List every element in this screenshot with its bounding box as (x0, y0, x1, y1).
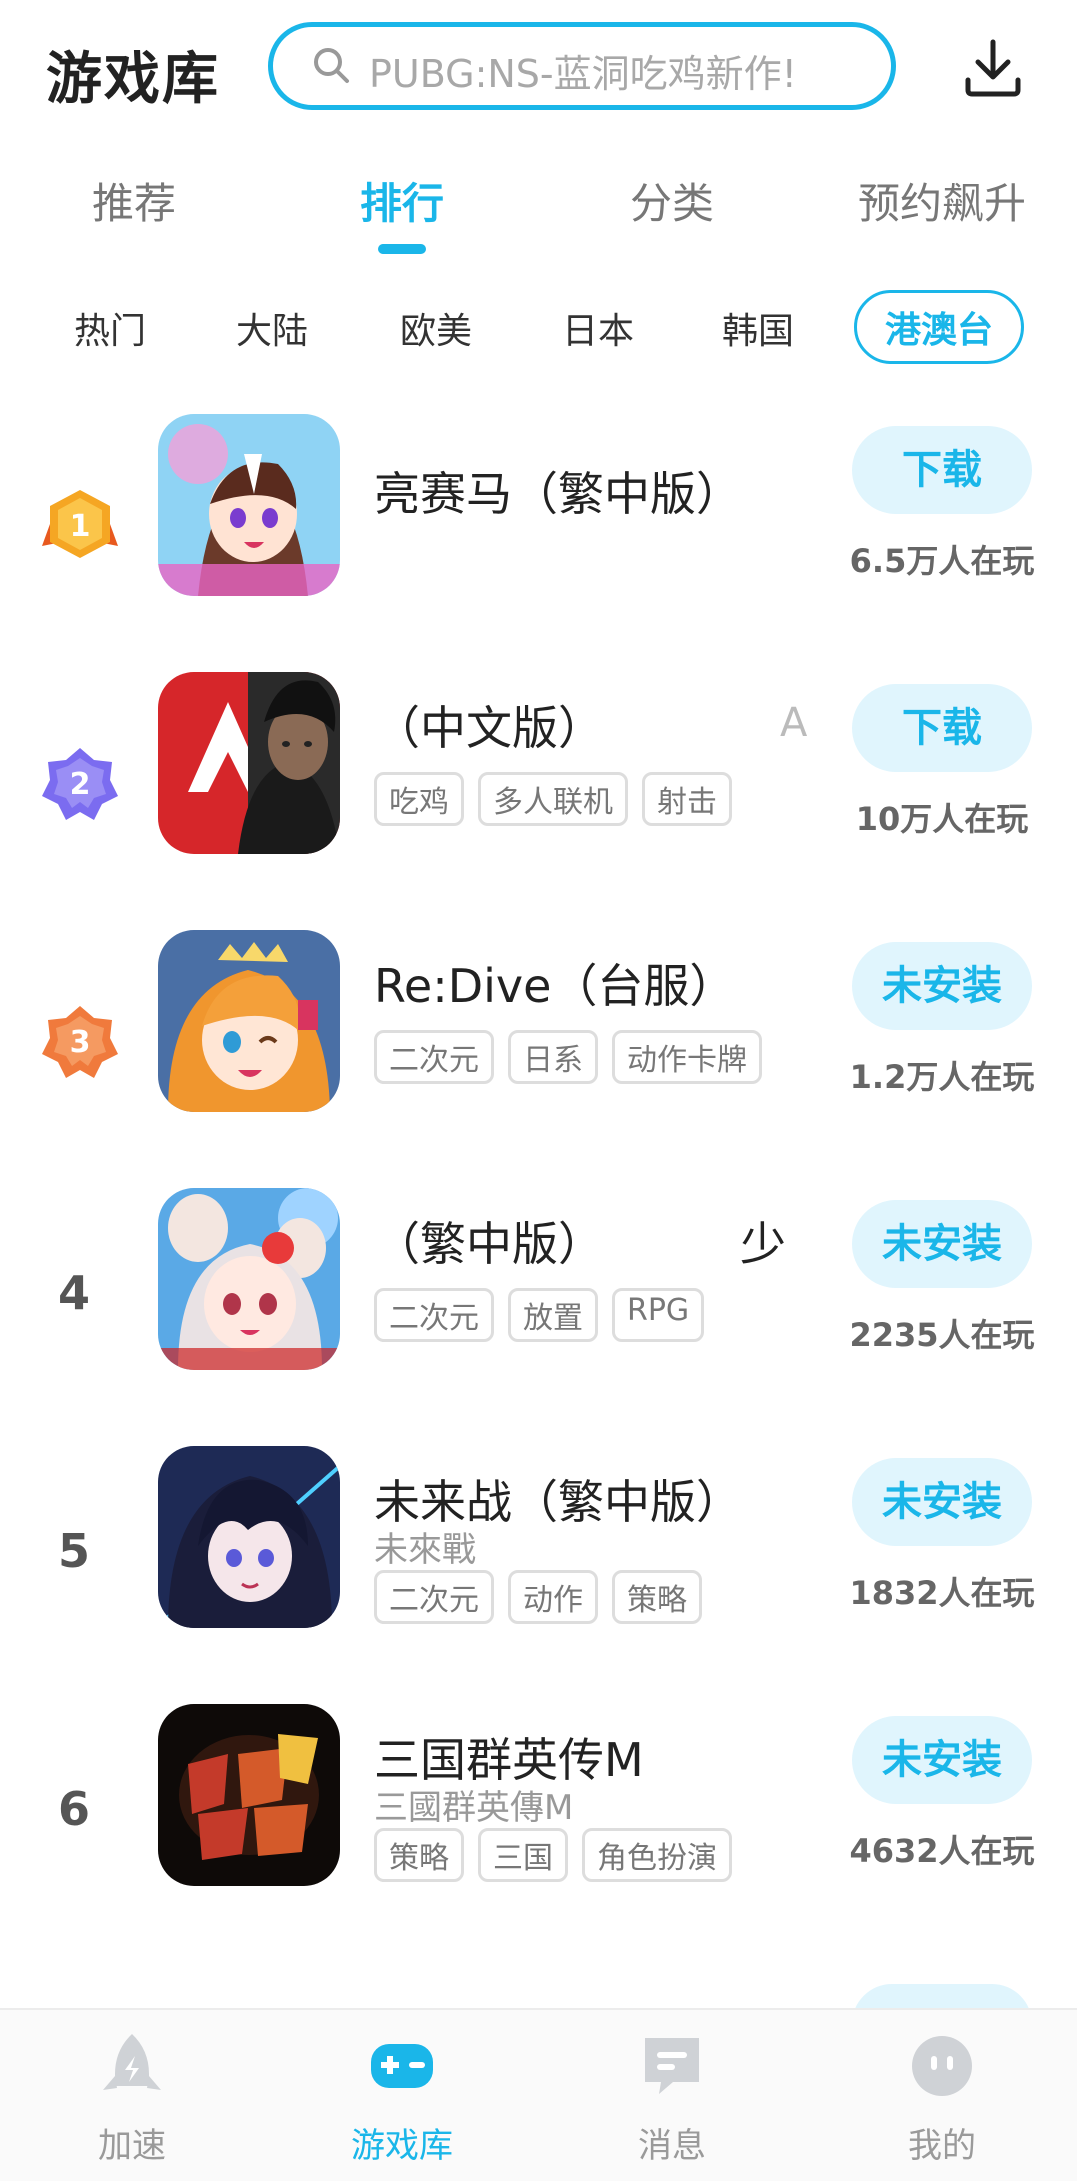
rank-number: 4 (58, 1266, 91, 1320)
svg-text:3: 3 (70, 1025, 91, 1060)
list-item[interactable]: 2 （中文版） A 吃鸡 多人联机 射击 下载 10万人在玩 (0, 672, 1077, 930)
nav-label: 我的 (908, 2126, 976, 2166)
region-western[interactable]: 欧美 (400, 302, 472, 354)
nav-label: 加速 (98, 2126, 166, 2166)
game-subtitle: 三國群英傳M (374, 1788, 574, 1828)
app-icon (158, 1704, 340, 1886)
page-title: 游戏库 (46, 47, 220, 112)
profile-icon (912, 2036, 972, 2096)
active-tab-indicator (378, 244, 426, 254)
app-icon (158, 930, 340, 1112)
game-tag[interactable]: 放置 (508, 1288, 598, 1342)
gamepad-icon (371, 2044, 433, 2088)
install-button[interactable] (852, 1984, 1032, 2008)
game-name: （中文版） (374, 701, 604, 755)
game-tag[interactable]: 日系 (508, 1030, 598, 1084)
player-count: 10万人在玩 (855, 800, 1029, 838)
game-subtitle: 未來戰 (374, 1530, 476, 1570)
game-name: Re:Dive（台服） (374, 959, 736, 1013)
game-name-trail: A (780, 700, 808, 746)
player-count: 4632人在玩 (849, 1832, 1035, 1870)
list-item[interactable]: 3 Re:Dive（台服） 二次元 日系 动作卡牌 未安装 1.2万人在玩 (0, 930, 1077, 1188)
region-filters: 热门 大陆 欧美 日本 韩国 港澳台 (0, 284, 1077, 374)
player-count: 6.5万人在玩 (849, 542, 1035, 580)
download-icon[interactable] (960, 36, 1026, 102)
game-tag[interactable]: 角色扮演 (582, 1828, 732, 1882)
region-hot[interactable]: 热门 (74, 302, 146, 354)
nav-label: 游戏库 (351, 2126, 453, 2166)
app-icon (158, 1188, 340, 1370)
game-tag[interactable]: 二次元 (374, 1030, 494, 1084)
tag-list: 策略 三国 角色扮演 (374, 1828, 732, 1882)
rank-number: 6 (58, 1782, 91, 1836)
rank-2-purple-medal-icon: 2 (42, 748, 118, 820)
install-button[interactable]: 未安装 (852, 1200, 1032, 1288)
list-item[interactable]: 1 亮赛马（繁中版） 下载 6.5万人在玩 (0, 414, 1077, 672)
install-button[interactable]: 未安装 (852, 1716, 1032, 1804)
header: 游戏库 PUBG:NS-蓝洞吃鸡新作! (0, 0, 1077, 140)
message-icon (645, 2038, 699, 2094)
nav-label: 消息 (638, 2126, 706, 2166)
game-tag[interactable]: 三国 (478, 1828, 568, 1882)
download-button[interactable]: 下载 (852, 426, 1032, 514)
player-count: 1.2万人在玩 (849, 1058, 1035, 1096)
game-tag[interactable]: 动作 (508, 1570, 598, 1624)
search-placeholder: PUBG:NS-蓝洞吃鸡新作! (369, 52, 797, 96)
tab-category[interactable]: 分类 (630, 170, 714, 231)
nav-accelerate[interactable]: 加速 (52, 2030, 212, 2167)
region-japan[interactable]: 日本 (562, 302, 634, 354)
tab-ranking[interactable]: 排行 (360, 170, 444, 231)
main-tabs: 推荐 排行 分类 预约飙升 (0, 160, 1077, 270)
tag-list: 二次元 放置 RPG (374, 1288, 705, 1342)
game-tag[interactable]: RPG (612, 1288, 705, 1342)
svg-text:2: 2 (70, 767, 91, 802)
player-count: 1832人在玩 (849, 1574, 1035, 1612)
list-item[interactable]: 6 三国群英传M 三國群英傳M 策略 三国 角色扮演 未安装 4632人在玩 (0, 1704, 1077, 1962)
game-tag[interactable]: 多人联机 (478, 772, 628, 826)
player-count: 2235人在玩 (849, 1316, 1035, 1354)
tab-recommend[interactable]: 推荐 (92, 170, 176, 231)
tag-list: 二次元 动作 策略 (374, 1570, 702, 1624)
install-button[interactable]: 未安装 (852, 942, 1032, 1030)
region-korea[interactable]: 韩国 (722, 302, 794, 354)
game-tag[interactable]: 射击 (642, 772, 732, 826)
game-tag[interactable]: 策略 (612, 1570, 702, 1624)
nav-game-library[interactable]: 游戏库 (322, 2030, 482, 2167)
list-item-partial[interactable] (0, 1962, 1077, 2008)
tab-preorder[interactable]: 预约飙升 (858, 170, 1026, 231)
list-item[interactable]: 5 未来战（繁中版） 未來戰 二次元 动作 策略 未安装 1832人在玩 (0, 1446, 1077, 1704)
rank-1-gold-medal-icon: 1 (42, 490, 118, 558)
svg-text:1: 1 (70, 509, 91, 544)
app-icon (158, 672, 340, 854)
download-button[interactable]: 下载 (852, 684, 1032, 772)
game-name: 亮赛马（繁中版） (374, 467, 742, 521)
game-tag[interactable]: 二次元 (374, 1288, 494, 1342)
search-icon (314, 48, 349, 83)
rocket-icon (103, 2034, 161, 2090)
rank-3-bronze-medal-icon: 3 (42, 1006, 118, 1078)
search-input[interactable]: PUBG:NS-蓝洞吃鸡新作! (268, 22, 896, 110)
rank-number: 5 (58, 1524, 91, 1578)
game-tag[interactable]: 策略 (374, 1828, 464, 1882)
region-hk-macao-taiwan[interactable]: 港澳台 (854, 290, 1025, 364)
app-icon (158, 1446, 340, 1628)
game-tag[interactable]: 动作卡牌 (612, 1030, 762, 1084)
app-icon (158, 1962, 340, 2008)
list-item[interactable]: 4 （繁中版） 少 二次元 放置 RPG 未安装 2235人在玩 (0, 1188, 1077, 1446)
tag-list: 二次元 日系 动作卡牌 (374, 1030, 762, 1084)
nav-profile[interactable]: 我的 (862, 2030, 1022, 2167)
game-name-trail: 少 (740, 1217, 786, 1271)
install-button[interactable]: 未安装 (852, 1458, 1032, 1546)
tag-list: 吃鸡 多人联机 射击 (374, 772, 732, 826)
bottom-navigation: 加速 游戏库 消息 我的 (0, 2008, 1077, 2181)
app-icon (158, 414, 340, 596)
game-tag[interactable]: 吃鸡 (374, 772, 464, 826)
nav-messages[interactable]: 消息 (592, 2030, 752, 2167)
region-mainland[interactable]: 大陆 (236, 302, 308, 354)
game-tag[interactable]: 二次元 (374, 1570, 494, 1624)
